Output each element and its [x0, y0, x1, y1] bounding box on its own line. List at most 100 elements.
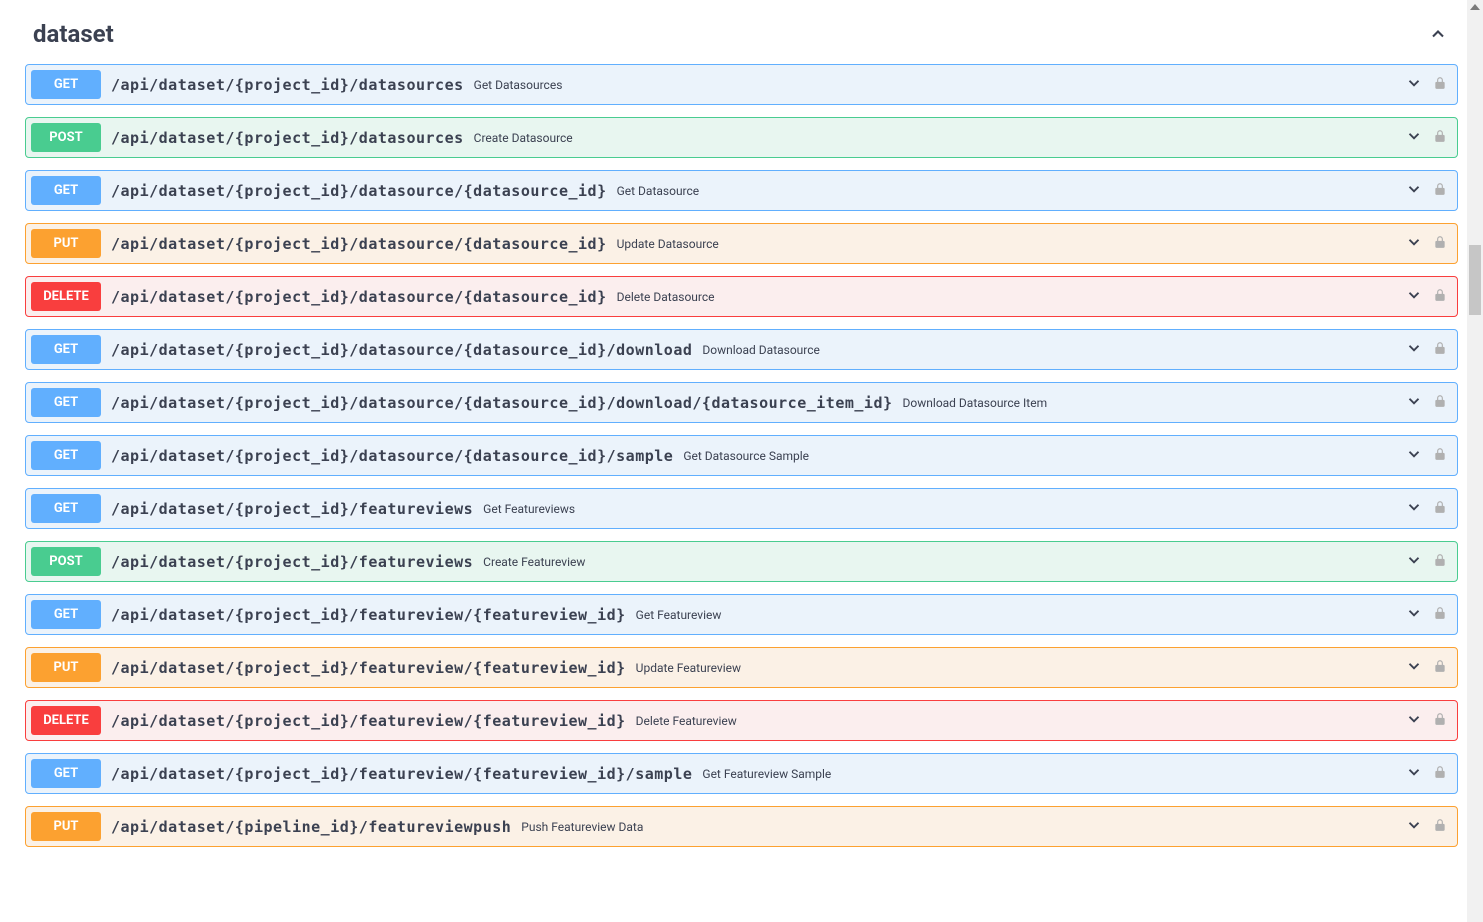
- endpoint-path: /api/dataset/{project_id}/featureview/{f…: [111, 659, 626, 677]
- chevron-down-icon[interactable]: [1405, 127, 1423, 149]
- method-badge: POST: [31, 123, 101, 152]
- lock-icon[interactable]: [1433, 340, 1447, 360]
- section-header[interactable]: dataset: [25, 10, 1458, 64]
- endpoint-controls: [1405, 445, 1447, 467]
- chevron-down-icon[interactable]: [1405, 445, 1423, 467]
- endpoint-controls: [1405, 763, 1447, 785]
- endpoint-list: GET/api/dataset/{project_id}/datasources…: [25, 64, 1458, 847]
- endpoint-row[interactable]: GET/api/dataset/{project_id}/datasource/…: [25, 435, 1458, 476]
- scrollbar-thumb[interactable]: [1469, 245, 1481, 315]
- endpoint-controls: [1405, 233, 1447, 255]
- method-badge: PUT: [31, 653, 101, 682]
- chevron-down-icon[interactable]: [1405, 233, 1423, 255]
- endpoint-row[interactable]: GET/api/dataset/{project_id}/datasource/…: [25, 382, 1458, 423]
- method-badge: GET: [31, 759, 101, 788]
- chevron-down-icon[interactable]: [1405, 74, 1423, 96]
- method-badge: DELETE: [31, 706, 101, 735]
- method-badge: PUT: [31, 812, 101, 841]
- lock-icon[interactable]: [1433, 605, 1447, 625]
- lock-icon[interactable]: [1433, 287, 1447, 307]
- endpoint-description: Get Datasource Sample: [683, 449, 1405, 463]
- endpoint-row[interactable]: GET/api/dataset/{project_id}/featureview…: [25, 488, 1458, 529]
- chevron-down-icon[interactable]: [1405, 498, 1423, 520]
- endpoint-path: /api/dataset/{project_id}/datasources: [111, 129, 464, 147]
- method-badge: POST: [31, 547, 101, 576]
- endpoint-description: Get Datasource: [617, 184, 1405, 198]
- endpoint-row[interactable]: GET/api/dataset/{project_id}/featureview…: [25, 753, 1458, 794]
- method-badge: GET: [31, 70, 101, 99]
- lock-icon[interactable]: [1433, 711, 1447, 731]
- chevron-down-icon[interactable]: [1405, 286, 1423, 308]
- endpoint-description: Update Featureview: [636, 661, 1405, 675]
- endpoint-controls: [1405, 604, 1447, 626]
- endpoint-path: /api/dataset/{project_id}/datasource/{da…: [111, 235, 607, 253]
- endpoint-description: Get Datasources: [474, 78, 1405, 92]
- endpoint-path: /api/dataset/{project_id}/datasources: [111, 76, 464, 94]
- endpoint-path: /api/dataset/{project_id}/featureviews: [111, 553, 473, 571]
- endpoint-row[interactable]: POST/api/dataset/{project_id}/datasource…: [25, 117, 1458, 158]
- chevron-down-icon[interactable]: [1405, 392, 1423, 414]
- chevron-down-icon[interactable]: [1405, 551, 1423, 573]
- method-badge: PUT: [31, 229, 101, 258]
- endpoint-description: Download Datasource: [702, 343, 1405, 357]
- lock-icon[interactable]: [1433, 658, 1447, 678]
- endpoint-row[interactable]: GET/api/dataset/{project_id}/datasource/…: [25, 329, 1458, 370]
- chevron-down-icon[interactable]: [1405, 710, 1423, 732]
- endpoint-description: Delete Featureview: [636, 714, 1405, 728]
- endpoint-path: /api/dataset/{project_id}/datasource/{da…: [111, 394, 893, 412]
- scrollbar[interactable]: [1467, 0, 1483, 922]
- chevron-down-icon[interactable]: [1405, 604, 1423, 626]
- lock-icon[interactable]: [1433, 499, 1447, 519]
- lock-icon[interactable]: [1433, 552, 1447, 572]
- endpoint-row[interactable]: GET/api/dataset/{project_id}/datasource/…: [25, 170, 1458, 211]
- endpoint-row[interactable]: GET/api/dataset/{project_id}/featureview…: [25, 594, 1458, 635]
- method-badge: DELETE: [31, 282, 101, 311]
- endpoint-controls: [1405, 74, 1447, 96]
- endpoint-row[interactable]: PUT/api/dataset/{project_id}/datasource/…: [25, 223, 1458, 264]
- chevron-down-icon[interactable]: [1405, 180, 1423, 202]
- endpoint-row[interactable]: GET/api/dataset/{project_id}/datasources…: [25, 64, 1458, 105]
- lock-icon[interactable]: [1433, 446, 1447, 466]
- endpoint-path: /api/dataset/{project_id}/featureviews: [111, 500, 473, 518]
- chevron-down-icon[interactable]: [1405, 763, 1423, 785]
- endpoint-path: /api/dataset/{project_id}/datasource/{da…: [111, 182, 607, 200]
- endpoint-controls: [1405, 339, 1447, 361]
- method-badge: GET: [31, 441, 101, 470]
- lock-icon[interactable]: [1433, 393, 1447, 413]
- method-badge: GET: [31, 494, 101, 523]
- endpoint-path: /api/dataset/{project_id}/featureview/{f…: [111, 606, 626, 624]
- endpoint-row[interactable]: POST/api/dataset/{project_id}/featurevie…: [25, 541, 1458, 582]
- endpoint-controls: [1405, 127, 1447, 149]
- endpoint-row[interactable]: PUT/api/dataset/{project_id}/featureview…: [25, 647, 1458, 688]
- chevron-down-icon[interactable]: [1405, 339, 1423, 361]
- endpoint-description: Update Datasource: [617, 237, 1405, 251]
- chevron-up-icon[interactable]: [1428, 24, 1448, 44]
- endpoint-controls: [1405, 816, 1447, 838]
- lock-icon[interactable]: [1433, 764, 1447, 784]
- endpoint-description: Get Featureviews: [483, 502, 1405, 516]
- endpoint-controls: [1405, 392, 1447, 414]
- endpoint-row[interactable]: DELETE/api/dataset/{project_id}/featurev…: [25, 700, 1458, 741]
- chevron-down-icon[interactable]: [1405, 657, 1423, 679]
- method-badge: GET: [31, 176, 101, 205]
- endpoint-row[interactable]: DELETE/api/dataset/{project_id}/datasour…: [25, 276, 1458, 317]
- lock-icon[interactable]: [1433, 75, 1447, 95]
- endpoint-controls: [1405, 551, 1447, 573]
- endpoint-description: Get Featureview: [636, 608, 1405, 622]
- endpoint-path: /api/dataset/{pipeline_id}/featureviewpu…: [111, 818, 511, 836]
- chevron-down-icon[interactable]: [1405, 816, 1423, 838]
- lock-icon[interactable]: [1433, 234, 1447, 254]
- endpoint-description: Push Featureview Data: [521, 820, 1405, 834]
- endpoint-description: Download Datasource Item: [903, 396, 1405, 410]
- endpoint-description: Delete Datasource: [617, 290, 1405, 304]
- scroll-up-arrow[interactable]: [1470, 4, 1480, 10]
- endpoint-row[interactable]: PUT/api/dataset/{pipeline_id}/featurevie…: [25, 806, 1458, 847]
- endpoint-controls: [1405, 180, 1447, 202]
- lock-icon[interactable]: [1433, 181, 1447, 201]
- lock-icon[interactable]: [1433, 128, 1447, 148]
- lock-icon[interactable]: [1433, 817, 1447, 837]
- endpoint-controls: [1405, 286, 1447, 308]
- endpoint-controls: [1405, 657, 1447, 679]
- endpoint-path: /api/dataset/{project_id}/datasource/{da…: [111, 288, 607, 306]
- method-badge: GET: [31, 388, 101, 417]
